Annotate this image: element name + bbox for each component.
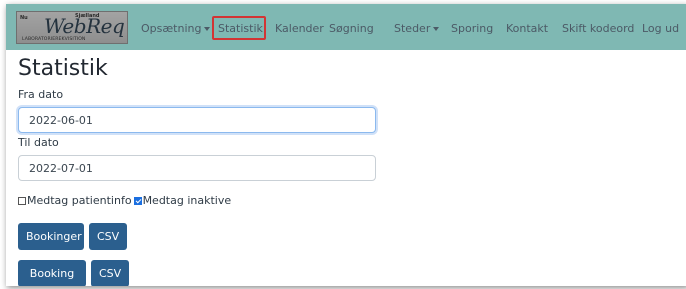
nav-opsaetning-label: Opsætning bbox=[141, 22, 202, 35]
options-row: Medtag patientinfo Medtag inaktive bbox=[18, 194, 231, 207]
to-date-input[interactable] bbox=[18, 155, 376, 181]
nav-kalender[interactable]: Kalender bbox=[275, 22, 324, 35]
app-window: Nu Sjælland WebReq LABORATORIEREKVISITIO… bbox=[6, 4, 686, 286]
navbar: Nu Sjælland WebReq LABORATORIEREKVISITIO… bbox=[6, 4, 686, 50]
logo-subtitle: LABORATORIEREKVISITION bbox=[22, 37, 86, 42]
logo-brand: WebReq bbox=[44, 14, 125, 38]
from-date-label: Fra dato bbox=[18, 88, 64, 101]
patientinfo-label: Medtag patientinfo bbox=[27, 194, 132, 207]
page-title: Statistik bbox=[18, 56, 108, 81]
nav-skift-kodeord[interactable]: Skift kodeord bbox=[562, 22, 634, 35]
nav-soegning[interactable]: Søgning bbox=[329, 22, 374, 35]
nav-steder[interactable]: Steder bbox=[394, 22, 440, 35]
from-date-input[interactable] bbox=[18, 107, 376, 133]
bookinger-button[interactable]: Bookinger bbox=[18, 223, 84, 250]
nav-log-ud[interactable]: Log ud bbox=[642, 22, 679, 35]
inactive-label: Medtag inaktive bbox=[142, 194, 232, 207]
booking-percent-button[interactable]: Booking % bbox=[18, 260, 86, 286]
to-date-label: Til dato bbox=[18, 136, 59, 149]
inactive-checkbox[interactable] bbox=[133, 197, 142, 205]
bookinger-csv-button[interactable]: CSV bbox=[89, 223, 127, 250]
nav-sporing[interactable]: Sporing bbox=[451, 22, 493, 35]
nav-kontakt[interactable]: Kontakt bbox=[506, 22, 548, 35]
nav-steder-label: Steder bbox=[394, 22, 431, 35]
patientinfo-checkbox[interactable] bbox=[18, 197, 26, 205]
logo-small-text-left: Nu bbox=[20, 15, 28, 21]
webreq-logo[interactable]: Nu Sjælland WebReq LABORATORIEREKVISITIO… bbox=[16, 11, 128, 44]
nav-opsaetning[interactable]: Opsætning bbox=[141, 22, 211, 35]
booking-percent-csv-button[interactable]: CSV bbox=[91, 260, 129, 286]
caret-down-icon bbox=[433, 27, 440, 31]
nav-statistik[interactable]: Statistik bbox=[218, 22, 263, 35]
caret-down-icon bbox=[204, 27, 211, 31]
